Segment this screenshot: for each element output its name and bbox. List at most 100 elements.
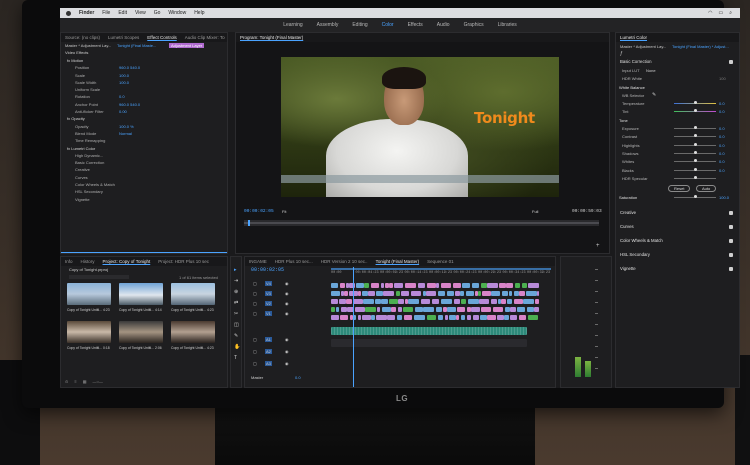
project-clip-thumbnail[interactable] <box>119 321 163 343</box>
effect-control-row[interactable]: Scale 100.0 <box>61 72 227 79</box>
timeline-video-clip[interactable] <box>479 299 489 304</box>
timeline-video-clip[interactable] <box>404 283 416 288</box>
track-lock-icon[interactable]: ▢ <box>253 301 257 306</box>
timeline-video-clip[interactable] <box>471 283 479 288</box>
timeline-video-clip[interactable] <box>454 299 460 304</box>
effect-control-value[interactable]: 100.0 <box>119 73 129 78</box>
effect-control-row[interactable]: High Dynamic... <box>61 152 227 159</box>
track-label[interactable]: A3 <box>265 361 272 366</box>
add-button-icon[interactable]: + <box>596 243 600 249</box>
timeline-video-clip[interactable] <box>513 299 523 304</box>
timeline-video-clip[interactable] <box>516 307 525 312</box>
menu-item-help[interactable]: Help <box>194 10 204 16</box>
timeline-video-clip[interactable] <box>338 299 346 304</box>
workspace-tab-color[interactable]: Color <box>382 22 394 28</box>
timeline-video-clip[interactable] <box>442 307 447 312</box>
reset-button[interactable]: Reset <box>668 185 691 193</box>
timeline-video-clip[interactable] <box>381 283 384 288</box>
lumetri-slider-knob[interactable] <box>693 150 697 154</box>
timeline-video-clip[interactable] <box>331 315 339 320</box>
lumetri-slider-value[interactable]: 0.0 <box>719 168 725 173</box>
tab-effect-controls[interactable]: Effect Controls <box>147 35 176 40</box>
timeline-video-clip[interactable] <box>426 291 436 296</box>
timeline-video-clip[interactable] <box>480 283 487 288</box>
timeline-video-clip[interactable] <box>504 315 509 320</box>
track-label[interactable]: V2 <box>265 301 272 306</box>
timeline-video-clip[interactable] <box>466 291 474 296</box>
timeline-video-clip[interactable] <box>384 283 389 288</box>
timeline-video-clip[interactable] <box>467 299 479 304</box>
project-clip-name[interactable]: Copy of Tonight Untitl... <box>119 346 154 350</box>
icon-view-icon[interactable]: ▦ <box>83 379 87 384</box>
effect-control-row[interactable]: Creative <box>61 166 227 173</box>
timeline-video-clip[interactable] <box>344 291 348 296</box>
workspace-tab-editing[interactable]: Editing <box>352 22 367 28</box>
timeline-audio-clip[interactable] <box>331 327 527 335</box>
effect-control-row[interactable]: Color Wheels & Match <box>61 181 227 188</box>
timeline-video-clip[interactable] <box>391 307 396 312</box>
program-fit-dropdown[interactable]: Fit <box>282 209 286 214</box>
effect-control-row[interactable]: Vignette <box>61 196 227 203</box>
timeline-video-clip[interactable] <box>491 299 497 304</box>
timeline-video-clip[interactable] <box>388 299 398 304</box>
timeline-video-clip[interactable] <box>371 283 379 288</box>
tool-icon[interactable]: ✂ <box>234 311 238 317</box>
timeline-video-clip[interactable] <box>393 283 403 288</box>
timeline-playhead[interactable] <box>353 267 354 387</box>
timeline-timecode[interactable]: 00:00:02:05 <box>251 267 284 273</box>
tool-icon[interactable]: ⇄ <box>234 300 238 306</box>
effect-control-value[interactable]: 0.0 <box>119 94 125 99</box>
workspace-tab-libraries[interactable]: Libraries <box>498 22 517 28</box>
effect-control-value[interactable]: 960.0 540.0 <box>119 65 140 70</box>
track-toggle-icon[interactable]: ◉ <box>285 281 289 286</box>
search-icon[interactable]: ⌕ <box>729 10 732 16</box>
timeline-video-clip[interactable] <box>404 315 412 320</box>
program-resolution-dropdown[interactable]: Full <box>532 209 538 214</box>
effect-control-row[interactable]: Blend Mode Normal <box>61 130 227 137</box>
timeline-video-clip[interactable] <box>534 299 539 304</box>
tool-icon[interactable]: ✋ <box>234 344 240 350</box>
track-lock-icon[interactable]: ▢ <box>253 337 257 342</box>
tab-history[interactable]: History <box>81 259 95 264</box>
effect-control-row[interactable]: Curves <box>61 174 227 181</box>
project-clip-name[interactable]: Copy of Tonight Untitl... <box>171 346 206 350</box>
lumetri-slider-value[interactable]: 0.0 <box>719 151 725 156</box>
timeline-video-clip[interactable] <box>340 283 345 288</box>
menubar-app-name[interactable]: Finder <box>79 10 94 16</box>
track-lock-icon[interactable]: ▢ <box>253 311 257 316</box>
timeline-video-clip[interactable] <box>331 283 338 288</box>
timeline-video-clip[interactable] <box>456 307 465 312</box>
input-lut-dropdown[interactable]: None <box>646 68 656 73</box>
eyedropper-icon[interactable]: ✎ <box>652 92 656 98</box>
timeline-video-clip[interactable] <box>526 307 534 312</box>
timeline-video-clip[interactable] <box>349 283 355 288</box>
project-clip-name[interactable]: Copy of Tonight Untitl... <box>67 308 102 312</box>
project-clip-thumbnail[interactable] <box>171 321 215 343</box>
timeline-video-clip[interactable] <box>426 283 436 288</box>
timeline-video-clip[interactable] <box>363 299 374 304</box>
timeline-video-clip[interactable] <box>400 291 409 296</box>
program-playhead[interactable] <box>248 220 250 226</box>
project-search-input[interactable] <box>69 275 129 279</box>
timeline-video-clip[interactable] <box>414 307 423 312</box>
battery-icon[interactable]: ▭ <box>718 10 723 16</box>
tab-program[interactable]: Program: Tonight (Final Master) <box>240 35 303 40</box>
tool-icon[interactable]: ▸ <box>234 267 237 273</box>
track-label[interactable]: V3 <box>265 291 272 296</box>
timeline-video-clip[interactable] <box>509 315 517 320</box>
lumetri-slider-value[interactable]: 0.0 <box>719 143 725 148</box>
effect-control-value[interactable]: 100.0 <box>119 80 129 85</box>
effect-control-value[interactable]: 960.0 540.0 <box>119 102 140 107</box>
timeline-video-clip[interactable] <box>479 315 487 320</box>
timeline-video-clip[interactable] <box>375 315 387 320</box>
timeline-video-clip[interactable] <box>522 283 527 288</box>
timeline-audio-clip[interactable] <box>331 339 527 347</box>
track-toggle-icon[interactable]: ◉ <box>285 361 289 366</box>
timeline-video-clip[interactable] <box>506 283 513 288</box>
project-clip-thumbnail[interactable] <box>171 283 215 305</box>
timeline-video-clip[interactable] <box>492 307 503 312</box>
timeline-video-clip[interactable] <box>354 307 365 312</box>
workspace-tab-learning[interactable]: Learning <box>283 22 302 28</box>
timeline-video-clip[interactable] <box>487 283 498 288</box>
timeline-video-clip[interactable] <box>374 299 381 304</box>
